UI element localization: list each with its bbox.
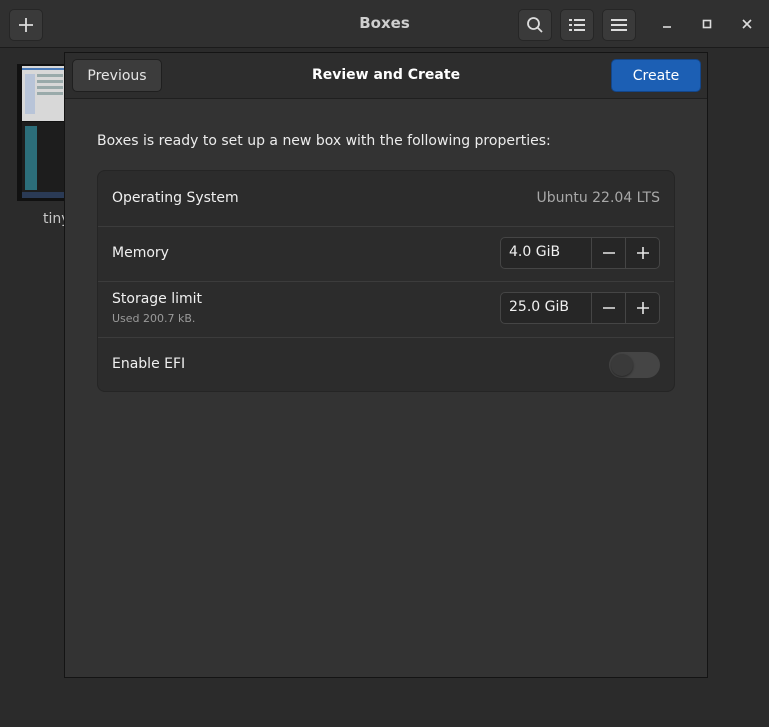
search-button[interactable] <box>518 9 552 41</box>
minus-icon <box>603 307 615 309</box>
minus-icon <box>603 252 615 254</box>
review-create-dialog: Previous Review and Create Create Boxes … <box>64 52 708 678</box>
header-bar: Boxes <box>0 0 769 48</box>
hamburger-menu-icon <box>611 19 627 31</box>
storage-used-label: Used 200.7 kB. <box>112 312 196 325</box>
storage-label: Storage limit <box>112 291 203 307</box>
create-button[interactable]: Create <box>611 59 701 92</box>
list-view-icon <box>569 19 585 31</box>
storage-value[interactable]: 25.0 GiB <box>509 299 569 315</box>
efi-toggle-switch[interactable] <box>609 352 660 378</box>
properties-list: Operating System Ubuntu 22.04 LTS Memory… <box>97 170 675 392</box>
boxes-window: Boxes tiny Previous Review and Create Cr… <box>0 0 769 727</box>
main-menu-button[interactable] <box>602 9 636 41</box>
plus-icon <box>637 302 649 314</box>
os-label: Operating System <box>112 190 239 206</box>
dialog-header: Previous Review and Create Create <box>65 53 707 99</box>
os-value: Ubuntu 22.04 LTS <box>536 190 660 206</box>
memory-increase-button[interactable] <box>625 238 659 268</box>
minimize-button[interactable] <box>655 12 679 36</box>
storage-row: Storage limit Used 200.7 kB. 25.0 GiB <box>98 282 674 337</box>
memory-spinbutton[interactable]: 4.0 GiB <box>500 237 660 269</box>
storage-spinbutton[interactable]: 25.0 GiB <box>500 292 660 324</box>
intro-text: Boxes is ready to set up a new box with … <box>97 133 551 149</box>
close-button[interactable] <box>735 12 759 36</box>
memory-value[interactable]: 4.0 GiB <box>509 244 560 260</box>
plus-icon <box>637 247 649 259</box>
memory-decrease-button[interactable] <box>591 238 626 268</box>
efi-label: Enable EFI <box>112 356 186 372</box>
efi-row: Enable EFI <box>98 338 674 391</box>
switch-knob <box>611 354 633 376</box>
storage-decrease-button[interactable] <box>591 293 626 323</box>
os-row: Operating System Ubuntu 22.04 LTS <box>98 171 674 226</box>
maximize-button[interactable] <box>695 12 719 36</box>
maximize-icon <box>702 19 712 29</box>
box-screenshot-thumbnail <box>17 64 66 201</box>
memory-row: Memory 4.0 GiB <box>98 227 674 281</box>
view-mode-button[interactable] <box>560 9 594 41</box>
window-title: Boxes <box>359 14 410 32</box>
storage-increase-button[interactable] <box>625 293 659 323</box>
close-icon <box>742 19 752 29</box>
search-icon <box>527 17 543 33</box>
memory-label: Memory <box>112 245 169 261</box>
box-thumbnail[interactable] <box>17 64 66 201</box>
minimize-icon <box>663 26 671 28</box>
